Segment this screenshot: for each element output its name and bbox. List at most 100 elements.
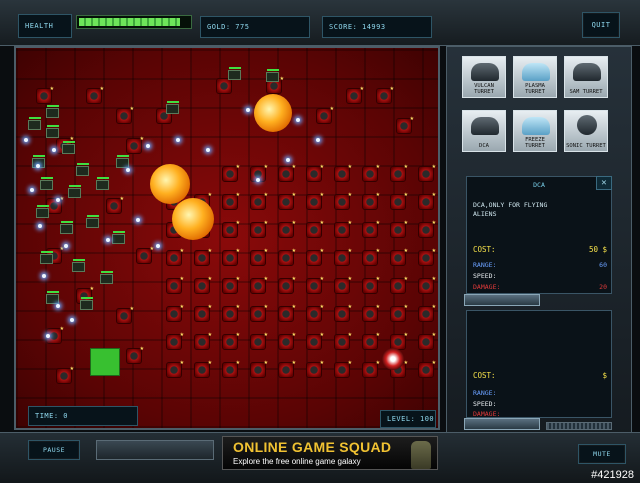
mute-button[interactable]: MUTE xyxy=(578,444,626,464)
turret[interactable]: ★ xyxy=(166,359,184,378)
turret[interactable]: ★ xyxy=(106,195,124,214)
turret[interactable]: ★ xyxy=(306,303,324,322)
tower-button-freeze[interactable]: FREEZE TURRET xyxy=(513,110,557,152)
turret[interactable]: ★ xyxy=(166,331,184,350)
turret[interactable]: ★ xyxy=(376,85,394,104)
turret[interactable]: ★ xyxy=(334,303,352,322)
turret[interactable]: ★ xyxy=(334,359,352,378)
turret[interactable]: ★ xyxy=(222,163,240,182)
tower-button-dca[interactable]: DCA xyxy=(462,110,506,152)
turret[interactable]: ★ xyxy=(306,247,324,266)
turret[interactable]: ★ xyxy=(250,303,268,322)
turret[interactable]: ★ xyxy=(362,275,380,294)
turret[interactable]: ★ xyxy=(222,191,240,210)
turret[interactable]: ★ xyxy=(194,359,212,378)
turret[interactable]: ★ xyxy=(306,163,324,182)
turret[interactable]: ★ xyxy=(136,245,154,264)
turret[interactable]: ★ xyxy=(250,219,268,238)
turret[interactable]: ★ xyxy=(116,305,134,324)
tower-button-sam[interactable]: SAM TURRET xyxy=(564,56,608,98)
turret[interactable]: ★ xyxy=(278,163,296,182)
turret[interactable]: ★ xyxy=(250,275,268,294)
turret[interactable]: ★ xyxy=(194,331,212,350)
turret[interactable]: ★ xyxy=(278,247,296,266)
turret[interactable]: ★ xyxy=(346,85,364,104)
panel-scrollbar[interactable] xyxy=(546,422,612,430)
turret[interactable]: ★ xyxy=(166,275,184,294)
turret[interactable]: ★ xyxy=(390,247,408,266)
turret[interactable]: ★ xyxy=(222,219,240,238)
turret[interactable]: ★ xyxy=(278,275,296,294)
turret[interactable]: ★ xyxy=(334,219,352,238)
turret[interactable]: ★ xyxy=(222,275,240,294)
turret[interactable]: ★ xyxy=(278,191,296,210)
turret[interactable]: ★ xyxy=(362,331,380,350)
tower-button-plasma[interactable]: PLASMA TURRET xyxy=(513,56,557,98)
turret[interactable]: ★ xyxy=(278,219,296,238)
turret[interactable]: ★ xyxy=(418,275,436,294)
turret[interactable]: ★ xyxy=(278,359,296,378)
turret[interactable]: ★ xyxy=(334,275,352,294)
close-icon[interactable]: ✕ xyxy=(596,176,612,190)
turret[interactable]: ★ xyxy=(316,105,334,124)
turret[interactable]: ★ xyxy=(390,163,408,182)
panel-slider-handle[interactable] xyxy=(464,294,540,306)
tower-button-vulcan[interactable]: VULCAN TURRET xyxy=(462,56,506,98)
turret[interactable]: ★ xyxy=(36,85,54,104)
turret[interactable]: ★ xyxy=(194,247,212,266)
pause-button[interactable]: PAUSE xyxy=(28,440,80,460)
turret[interactable]: ★ xyxy=(390,219,408,238)
turret[interactable]: ★ xyxy=(194,275,212,294)
panel-slider-handle-2[interactable] xyxy=(464,418,540,430)
turret[interactable]: ★ xyxy=(390,275,408,294)
turret[interactable]: ★ xyxy=(418,163,436,182)
turret[interactable]: ★ xyxy=(306,359,324,378)
turret[interactable]: ★ xyxy=(250,247,268,266)
turret[interactable]: ★ xyxy=(126,345,144,364)
turret[interactable]: ★ xyxy=(306,275,324,294)
turret[interactable]: ★ xyxy=(86,85,104,104)
turret[interactable]: ★ xyxy=(222,331,240,350)
turret[interactable]: ★ xyxy=(418,303,436,322)
turret[interactable]: ★ xyxy=(250,191,268,210)
turret[interactable]: ★ xyxy=(126,135,144,154)
turret[interactable]: ★ xyxy=(278,303,296,322)
turret[interactable]: ★ xyxy=(362,247,380,266)
ad-banner[interactable]: ONLINE GAME SQUAD Explore the free onlin… xyxy=(222,436,438,470)
turret[interactable]: ★ xyxy=(216,75,234,94)
turret[interactable]: ★ xyxy=(396,115,414,134)
turret[interactable]: ★ xyxy=(166,303,184,322)
turret[interactable]: ★ xyxy=(56,365,74,384)
turret[interactable]: ★ xyxy=(390,191,408,210)
turret[interactable]: ★ xyxy=(222,359,240,378)
turret[interactable]: ★ xyxy=(418,191,436,210)
turret[interactable]: ★ xyxy=(306,191,324,210)
turret[interactable]: ★ xyxy=(306,219,324,238)
turret[interactable]: ★ xyxy=(362,359,380,378)
turret[interactable]: ★ xyxy=(250,331,268,350)
turret[interactable]: ★ xyxy=(362,219,380,238)
turret[interactable]: ★ xyxy=(362,303,380,322)
turret[interactable]: ★ xyxy=(418,219,436,238)
turret[interactable]: ★ xyxy=(278,331,296,350)
quit-button[interactable]: QUIT xyxy=(582,12,620,38)
game-field[interactable]: ★ ★ ★ ★ ★ ★ ★ ★ ★ ★ ★ ★ ★ ★ ★ ★ ★ ★ ★ ★ ★ ★ ★ ★ ★ ★ ★ ★ ★ ★ ★ ★ ★ ★ ★ ★ ★ ★ ★ ★… xyxy=(14,46,440,430)
turret[interactable]: ★ xyxy=(116,105,134,124)
turret[interactable]: ★ xyxy=(390,303,408,322)
turret[interactable]: ★ xyxy=(334,331,352,350)
turret[interactable]: ★ xyxy=(362,191,380,210)
turret[interactable]: ★ xyxy=(334,163,352,182)
turret[interactable]: ★ xyxy=(222,247,240,266)
tower-button-sonic[interactable]: SONIC TURRET xyxy=(564,110,608,152)
turret[interactable]: ★ xyxy=(418,247,436,266)
turret[interactable]: ★ xyxy=(362,163,380,182)
turret[interactable]: ★ xyxy=(418,331,436,350)
turret[interactable]: ★ xyxy=(334,191,352,210)
turret[interactable]: ★ xyxy=(306,331,324,350)
turret[interactable]: ★ xyxy=(194,303,212,322)
turret[interactable]: ★ xyxy=(166,247,184,266)
turret[interactable]: ★ xyxy=(334,247,352,266)
turret[interactable]: ★ xyxy=(222,303,240,322)
turret[interactable]: ★ xyxy=(250,359,268,378)
turret[interactable]: ★ xyxy=(418,359,436,378)
